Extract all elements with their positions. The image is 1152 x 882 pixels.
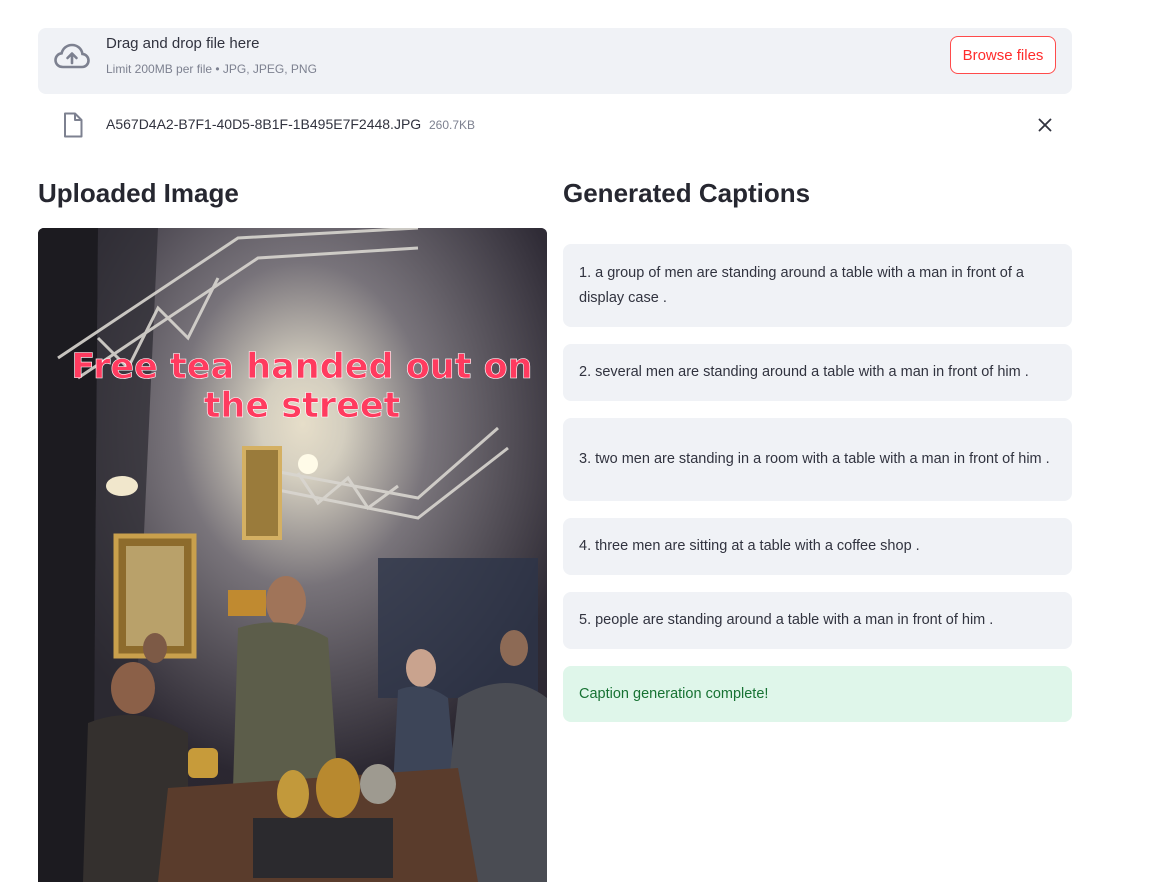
file-dropzone[interactable]: Drag and drop file here Limit 200MB per …: [38, 28, 1072, 94]
caption-item: 5. people are standing around a table wi…: [563, 592, 1072, 649]
cloud-upload-icon: [54, 43, 90, 69]
success-alert: Caption generation complete!: [563, 666, 1072, 722]
image-overlay-text-line1: Free tea handed out on: [71, 347, 532, 387]
caption-item: 3. two men are standing in a room with a…: [563, 418, 1072, 501]
caption-item: 2. several men are standing around a tab…: [563, 344, 1072, 401]
file-size: 260.7KB: [429, 118, 476, 132]
browse-files-button[interactable]: Browse files: [950, 36, 1056, 74]
generated-captions-heading: Generated Captions: [563, 178, 811, 208]
captions-list: 1. a group of men are standing around a …: [563, 244, 1072, 722]
file-name: A567D4A2-B7F1-40D5-8B1F-1B495E7F2448.JPG: [106, 116, 422, 132]
dropzone-limit-text: Limit 200MB per file • JPG, JPEG, PNG: [106, 62, 317, 76]
uploaded-file-row: A567D4A2-B7F1-40D5-8B1F-1B495E7F2448.JPG…: [38, 108, 1072, 144]
file-icon: [64, 112, 83, 138]
dropzone-title: Drag and drop file here: [106, 35, 260, 52]
caption-item: 4. three men are sitting at a table with…: [563, 518, 1072, 575]
close-icon[interactable]: [1036, 116, 1054, 134]
caption-item: 1. a group of men are standing around a …: [563, 244, 1072, 327]
image-overlay-text-line2: the street: [204, 386, 401, 426]
app-page: Drag and drop file here Limit 200MB per …: [0, 0, 1152, 882]
uploaded-image-heading: Uploaded Image: [38, 178, 239, 208]
uploaded-image: Free tea handed out on the street: [38, 228, 547, 882]
